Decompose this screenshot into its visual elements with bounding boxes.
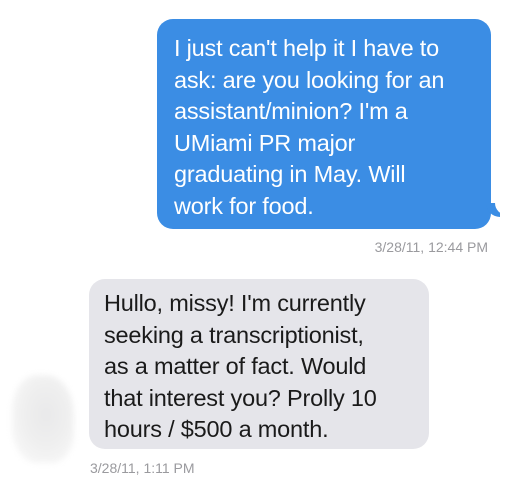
sent-message-text: I just can't help it I have to ask: are … [174,35,445,219]
received-message-bubble[interactable]: Hullo, missy! I'm currently seeking a tr… [89,279,429,449]
message-thread: I just can't help it I have to ask: are … [0,0,510,488]
sender-avatar[interactable] [12,375,74,463]
received-message-timestamp: 3/28/11, 1:11 PM [90,460,195,476]
sent-message-timestamp: 3/28/11, 12:44 PM [374,239,488,255]
received-message-text: Hullo, missy! I'm currently seeking a tr… [104,290,377,442]
sent-message-bubble[interactable]: I just can't help it I have to ask: are … [157,19,507,229]
